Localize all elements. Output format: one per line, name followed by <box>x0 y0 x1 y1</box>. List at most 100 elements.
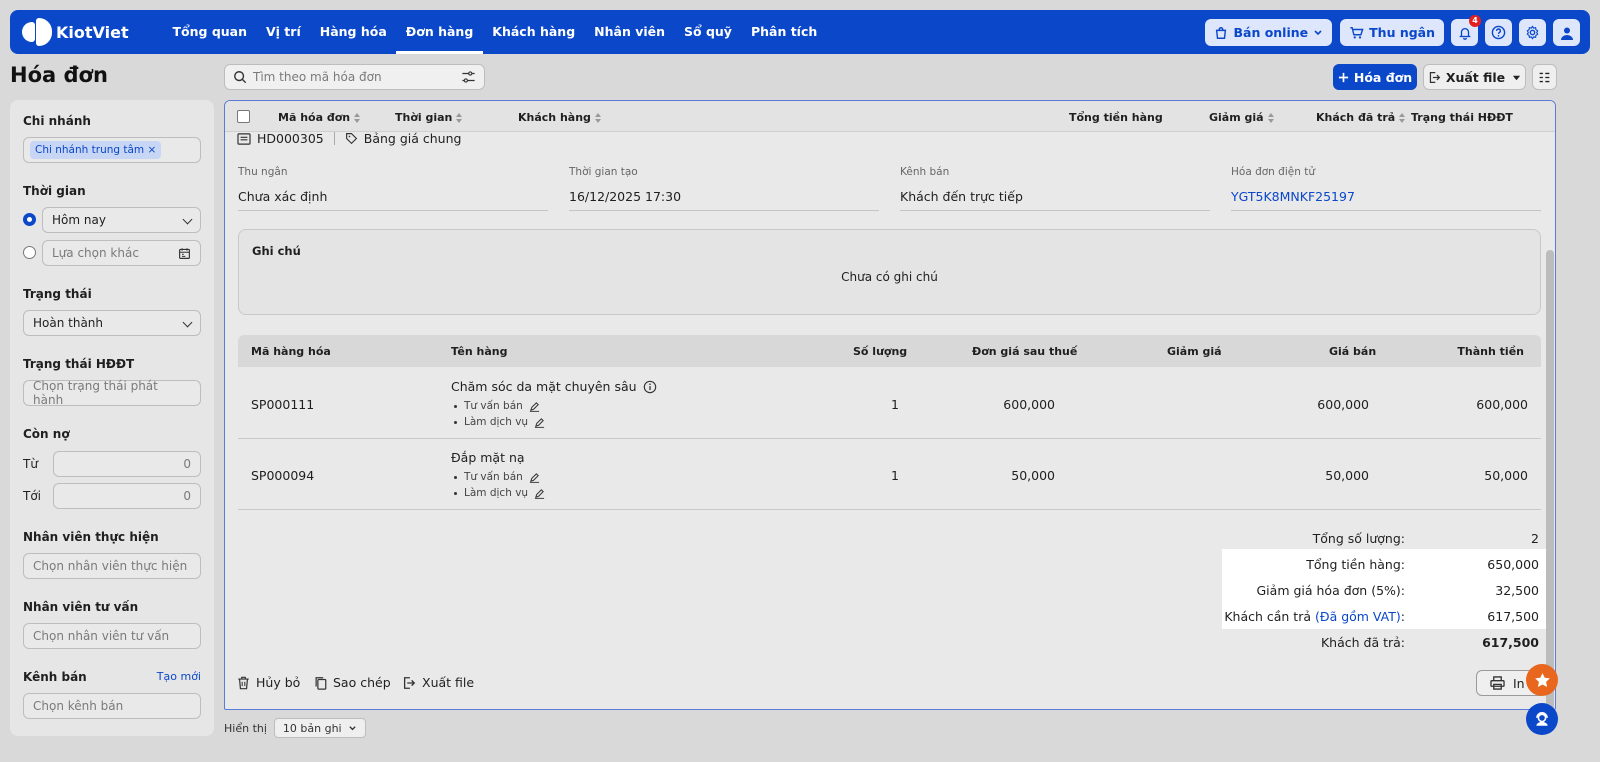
col-einvoice-status-label: Trạng thái HĐĐT <box>1411 111 1513 124</box>
created-time-value: 16/12/2025 17:30 <box>569 189 879 211</box>
col-paid-label: Khách đã trả <box>1316 111 1396 124</box>
branch-select[interactable]: Chi nhánh trung tâm × <box>23 137 201 163</box>
sort-icon <box>456 112 463 123</box>
info-icon[interactable] <box>643 380 657 394</box>
sales-channel-value: Khách đến trực tiếp <box>900 189 1210 211</box>
item-sub-service: Làm dịch vụ <box>451 487 545 499</box>
add-invoice-button[interactable]: Hóa đơn <box>1333 64 1417 90</box>
nav-overview[interactable]: Tổng quan <box>163 10 257 54</box>
item-total: 600,000 <box>1476 397 1528 412</box>
nav-orders[interactable]: Đơn hàng <box>396 10 483 54</box>
channel-select[interactable]: Chọn kênh bán <box>23 693 201 719</box>
edit-pencil-icon[interactable] <box>534 488 545 499</box>
gear-icon <box>1526 25 1539 40</box>
status-select[interactable]: Hoàn thành <box>23 310 201 336</box>
kiotviet-logo[interactable]: KiotViet <box>22 18 140 46</box>
settings-button[interactable] <box>1519 19 1546 46</box>
staff-select[interactable]: Chọn nhân viên thực hiện <box>23 553 201 579</box>
time-today-select[interactable]: Hôm nay <box>42 207 201 233</box>
debt-to-input[interactable]: 0 <box>53 483 201 509</box>
support-agent-icon <box>1536 712 1548 726</box>
item-row[interactable]: SP000094 Đắp mặt nạ Tư vấn bán Làm dịch … <box>238 439 1541 510</box>
branch-tag: Chi nhánh trung tâm × <box>30 141 162 159</box>
item-row[interactable]: SP000111 Chăm sóc da mặt chuyên sâu Tư v… <box>238 367 1541 439</box>
invoice-detail-header: HD000305 Bảng giá chung <box>237 131 461 146</box>
sort-icon <box>1399 112 1406 123</box>
nav-analytics[interactable]: Phân tích <box>741 10 826 54</box>
item-col-price: Giá bán <box>1329 345 1377 358</box>
page-title: Hóa đơn <box>10 63 108 87</box>
col-einvoice-status[interactable]: Trạng thái HĐĐT <box>1411 111 1513 124</box>
close-icon[interactable]: × <box>148 144 157 156</box>
cashier-button[interactable]: Thu ngân <box>1340 19 1444 46</box>
item-code: SP000111 <box>251 397 315 412</box>
einvoice-link[interactable]: YGT5K8MNKF25197 <box>1231 189 1541 211</box>
total-qty-value: 2 <box>1531 531 1539 546</box>
einvoice-status-placeholder: Chọn trạng thái phát hành <box>33 379 158 407</box>
invoice-discount-value: 32,500 <box>1495 583 1539 598</box>
item-sub-advisor: Tư vấn bán <box>451 400 540 412</box>
advisor-select[interactable]: Chọn nhân viên tư vấn <box>23 623 201 649</box>
col-customer-label: Khách hàng <box>518 111 591 124</box>
item-col-discount: Giảm giá <box>1167 345 1222 358</box>
col-discount[interactable]: Giảm giá <box>1209 111 1275 124</box>
export-file-button[interactable]: Xuất file <box>1423 64 1526 90</box>
user-icon <box>1560 27 1573 40</box>
debt-from-input[interactable]: 0 <box>53 451 201 477</box>
col-time[interactable]: Thời gian <box>395 111 463 124</box>
col-customer[interactable]: Khách hàng <box>518 111 602 124</box>
create-channel-link[interactable]: Tạo mới <box>157 670 201 683</box>
edit-pencil-icon[interactable] <box>529 401 540 412</box>
time-other-radio[interactable] <box>23 246 36 259</box>
invoice-search-input[interactable]: Tìm theo mã hóa đơn <box>224 64 485 90</box>
nav-customers[interactable]: Khách hàng <box>483 10 585 54</box>
star-icon <box>1534 672 1550 687</box>
notification-button[interactable]: 4 <box>1451 15 1481 46</box>
items-table-header: Mã hàng hóa Tên hàng Số lượng Đơn giá sa… <box>238 335 1541 367</box>
sort-icon <box>354 112 361 123</box>
nav-location[interactable]: Vị trí <box>257 10 311 54</box>
col-subtotal[interactable]: Tổng tiền hàng <box>1069 111 1163 124</box>
brand-name: KiotViet <box>56 22 129 42</box>
support-fab[interactable] <box>1526 703 1558 735</box>
export-icon <box>403 676 416 689</box>
time-other-input[interactable]: Lựa chọn khác <box>42 240 201 266</box>
nav-products[interactable]: Hàng hóa <box>310 10 396 54</box>
filter-sliders-icon[interactable] <box>461 70 476 84</box>
help-button[interactable] <box>1485 19 1512 46</box>
copy-invoice-button[interactable]: Sao chép <box>314 675 391 690</box>
chevron-down-icon <box>182 317 193 328</box>
bell-icon <box>1458 27 1471 40</box>
export-invoice-button[interactable]: Xuất file <box>402 675 474 690</box>
cashier-field-value: Chưa xác định <box>238 189 548 211</box>
select-all-checkbox[interactable] <box>237 110 250 123</box>
sell-online-label: Bán online <box>1233 25 1309 40</box>
edit-pencil-icon[interactable] <box>534 417 545 428</box>
col-invoice-code[interactable]: Mã hóa đơn <box>278 111 361 124</box>
time-today-radio[interactable] <box>23 213 36 226</box>
time-today-value: Hôm nay <box>52 213 106 227</box>
sell-online-button[interactable]: Bán online <box>1205 19 1333 46</box>
price-tag-icon <box>345 133 357 145</box>
col-paid[interactable]: Khách đã trả <box>1316 111 1406 124</box>
favorite-fab[interactable] <box>1526 664 1558 696</box>
edit-pencil-icon[interactable] <box>529 472 540 483</box>
user-avatar[interactable] <box>1553 19 1580 46</box>
col-discount-label: Giảm giá <box>1209 111 1264 124</box>
show-label: Hiển thị <box>224 721 267 735</box>
export-file-label: Xuất file <box>1445 69 1506 85</box>
einvoice-status-select[interactable]: Chọn trạng thái phát hành <box>23 379 201 407</box>
payable-value: 617,500 <box>1487 609 1539 624</box>
nav-cashbook[interactable]: Sổ quỹ <box>675 10 742 54</box>
cancel-invoice-button[interactable]: Hủy bỏ <box>237 675 300 690</box>
chevron-down-icon <box>1314 29 1322 35</box>
column-toggle-button[interactable] <box>1532 64 1557 90</box>
item-col-unit-price: Đơn giá sau thuế <box>972 345 1078 358</box>
item-code: SP000094 <box>251 468 315 483</box>
vertical-scrollbar[interactable] <box>1546 250 1554 710</box>
branch-label: Chi nhánh <box>23 114 91 128</box>
page-size-select[interactable]: 10 bản ghi <box>273 718 366 738</box>
note-text: Chưa có ghi chú <box>841 270 938 284</box>
nav-staff[interactable]: Nhân viên <box>585 10 675 54</box>
item-price: 50,000 <box>1325 468 1369 483</box>
